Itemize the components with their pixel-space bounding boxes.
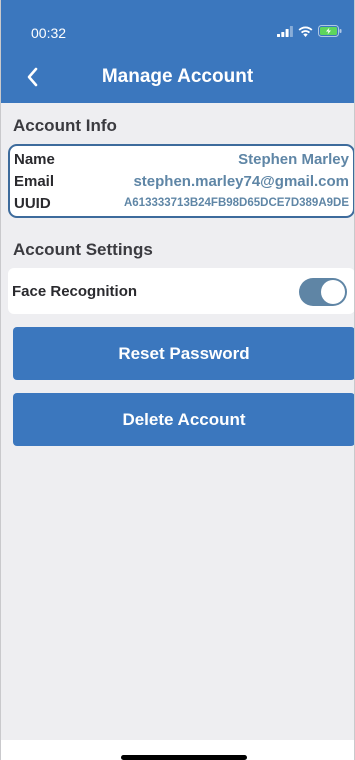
name-row: Name Stephen Marley [14, 148, 349, 170]
toggle-knob [321, 280, 345, 304]
delete-account-button[interactable]: Delete Account [13, 393, 354, 446]
email-value: stephen.marley74@gmail.com [133, 172, 349, 190]
status-icons [277, 25, 342, 37]
face-recognition-label: Face Recognition [12, 283, 138, 300]
wifi-icon [298, 26, 313, 37]
uuid-row: UUID A613333713B24FB98D65DCE7D389A9DE [14, 192, 349, 214]
signal-icon [277, 25, 293, 37]
name-value: Stephen Marley [238, 150, 349, 168]
status-time: 00:32 [31, 25, 67, 41]
name-label: Name [14, 150, 55, 168]
email-label: Email [14, 172, 55, 190]
face-recognition-toggle[interactable] [299, 278, 347, 306]
home-indicator[interactable] [121, 755, 247, 760]
email-row: Email stephen.marley74@gmail.com [14, 170, 349, 192]
page-title: Manage Account [101, 66, 254, 87]
app-screen: 00:32 Manage Account Account Info Name S… [0, 0, 355, 760]
reset-password-button[interactable]: Reset Password [13, 327, 354, 380]
uuid-value: A613333713B24FB98D65DCE7D389A9DE [123, 197, 349, 209]
account-settings-header: Account Settings [13, 240, 153, 259]
account-info-card: Name Stephen Marley Email stephen.marley… [8, 144, 354, 218]
face-recognition-row: Face Recognition [8, 268, 354, 314]
account-info-header: Account Info [13, 116, 117, 135]
uuid-label: UUID [14, 194, 51, 212]
battery-charging-icon [318, 25, 342, 37]
top-bar: 00:32 Manage Account [1, 0, 354, 103]
